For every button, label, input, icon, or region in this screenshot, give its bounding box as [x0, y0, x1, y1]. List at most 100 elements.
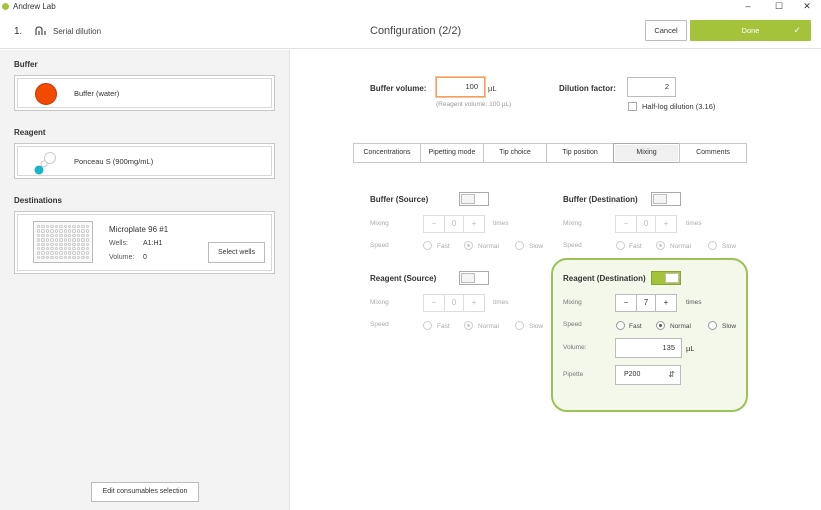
speed-normal-radio[interactable] — [656, 321, 665, 330]
tab-mixing[interactable]: Mixing — [613, 143, 680, 163]
pipette-label: Pipette — [563, 371, 584, 378]
pipette-icon — [34, 26, 48, 39]
well-icon — [72, 246, 76, 251]
tab-concentrations[interactable]: Concentrations — [353, 143, 421, 163]
speed-slow-label: Slow — [529, 243, 544, 250]
speed-normal-radio[interactable] — [464, 241, 473, 250]
well-icon — [72, 242, 76, 246]
buffer-color-icon — [35, 83, 57, 105]
speed-slow-label: Slow — [722, 323, 737, 330]
well-icon — [41, 225, 45, 229]
buffer-volume-unit: µL — [488, 84, 497, 93]
buffer-source-mixing-stepper[interactable]: − 0 + — [423, 215, 485, 233]
speed-fast-radio[interactable] — [616, 321, 625, 330]
edit-consumables-button[interactable]: Edit consumables selection — [91, 482, 199, 502]
reagent-destination-mixing-label: Mixing — [563, 299, 582, 306]
well-icon — [59, 233, 63, 238]
well-icon — [85, 229, 89, 233]
select-wells-button[interactable]: Select wells — [208, 242, 265, 263]
buffer-destination-toggle[interactable] — [651, 192, 681, 206]
pipette-select[interactable]: P200 ⇵ — [615, 365, 681, 385]
step-name: Serial dilution — [53, 27, 102, 36]
well-icon — [50, 242, 54, 246]
well-icon — [37, 255, 41, 259]
reagent-source-mixing-stepper[interactable]: − 0 + — [423, 294, 485, 312]
increment-button[interactable]: + — [464, 216, 484, 232]
well-icon — [72, 229, 76, 233]
reagent-source-mixing-label: Mixing — [370, 299, 389, 306]
well-icon — [41, 238, 45, 242]
speed-normal-radio[interactable] — [656, 241, 665, 250]
speed-fast-radio[interactable] — [423, 241, 432, 250]
buffer-destination-mixing-stepper[interactable]: − 0 + — [615, 215, 677, 233]
destination-card[interactable]: Microplate 96 #1 Wells: A1:H1 Volume: 0 … — [14, 211, 275, 274]
well-icon — [67, 225, 72, 229]
buffer-source-toggle[interactable] — [459, 192, 489, 206]
well-icon — [50, 238, 54, 242]
increment-button[interactable]: + — [464, 295, 484, 311]
well-icon — [50, 246, 54, 251]
reagent-destination-volume-label: Volume: — [563, 344, 587, 351]
done-button[interactable]: Done ✓ — [690, 20, 811, 41]
well-icon — [63, 225, 67, 229]
settings-tabs: Concentrations Pipetting mode Tip choice… — [353, 143, 747, 163]
speed-fast-label: Fast — [629, 243, 642, 250]
decrement-button[interactable]: − — [424, 216, 444, 232]
well-icon — [67, 246, 72, 251]
half-log-checkbox[interactable] — [628, 102, 637, 111]
well-icon — [76, 225, 81, 229]
buffer-source-mixing-label: Mixing — [370, 220, 389, 227]
reagent-name: Ponceau S (900mg/mL) — [74, 157, 154, 166]
well-icon — [37, 225, 41, 229]
well-icon — [67, 238, 72, 242]
cancel-button[interactable]: Cancel — [645, 20, 687, 41]
plate-name: Microplate 96 #1 — [109, 225, 169, 234]
buffer-card[interactable]: Buffer (water) — [14, 75, 275, 111]
speed-slow-radio[interactable] — [708, 321, 717, 330]
minimize-button[interactable]: – — [734, 0, 762, 13]
well-icon — [41, 251, 45, 255]
maximize-button[interactable]: ☐ — [765, 0, 793, 13]
increment-button[interactable]: + — [656, 295, 676, 311]
tab-pipetting-mode[interactable]: Pipetting mode — [420, 143, 484, 163]
well-icon — [45, 238, 50, 242]
page-title: Configuration (2/2) — [370, 25, 462, 37]
well-icon — [41, 233, 45, 238]
times-label: times — [686, 299, 702, 306]
speed-normal-label: Normal — [478, 323, 499, 330]
speed-slow-radio[interactable] — [515, 241, 524, 250]
decrement-button[interactable]: − — [616, 295, 636, 311]
well-icon — [37, 233, 41, 238]
speed-fast-radio[interactable] — [423, 321, 432, 330]
decrement-button[interactable]: − — [616, 216, 636, 232]
well-icon — [63, 255, 67, 259]
increment-button[interactable]: + — [656, 216, 676, 232]
well-icon — [59, 225, 63, 229]
tab-tip-position[interactable]: Tip position — [546, 143, 614, 163]
well-icon — [81, 255, 85, 259]
tab-tip-choice[interactable]: Tip choice — [483, 143, 547, 163]
well-icon — [72, 251, 76, 255]
well-icon — [85, 255, 89, 259]
reagent-destination-mixing-stepper[interactable]: − 7 + — [615, 294, 677, 312]
well-icon — [76, 229, 81, 233]
reagent-destination-toggle[interactable] — [651, 271, 681, 285]
speed-normal-label: Normal — [478, 243, 499, 250]
well-icon — [37, 251, 41, 255]
tab-comments[interactable]: Comments — [679, 143, 747, 163]
reagent-source-toggle[interactable] — [459, 271, 489, 285]
reagent-card[interactable]: Ponceau S (900mg/mL) — [14, 143, 275, 179]
speed-slow-radio[interactable] — [708, 241, 717, 250]
close-window-button[interactable]: ✕ — [793, 0, 821, 13]
speed-normal-radio[interactable] — [464, 321, 473, 330]
decrement-button[interactable]: − — [424, 295, 444, 311]
buffer-source-speed-label: Speed — [370, 242, 389, 249]
speed-fast-radio[interactable] — [616, 241, 625, 250]
well-icon — [67, 242, 72, 246]
buffer-volume-input[interactable]: 100 — [436, 77, 485, 97]
mixing-volume-input[interactable]: 135 — [615, 338, 682, 358]
speed-slow-radio[interactable] — [515, 321, 524, 330]
well-icon — [41, 242, 45, 246]
well-icon — [54, 246, 59, 251]
dilution-factor-input[interactable]: 2 — [627, 77, 676, 97]
